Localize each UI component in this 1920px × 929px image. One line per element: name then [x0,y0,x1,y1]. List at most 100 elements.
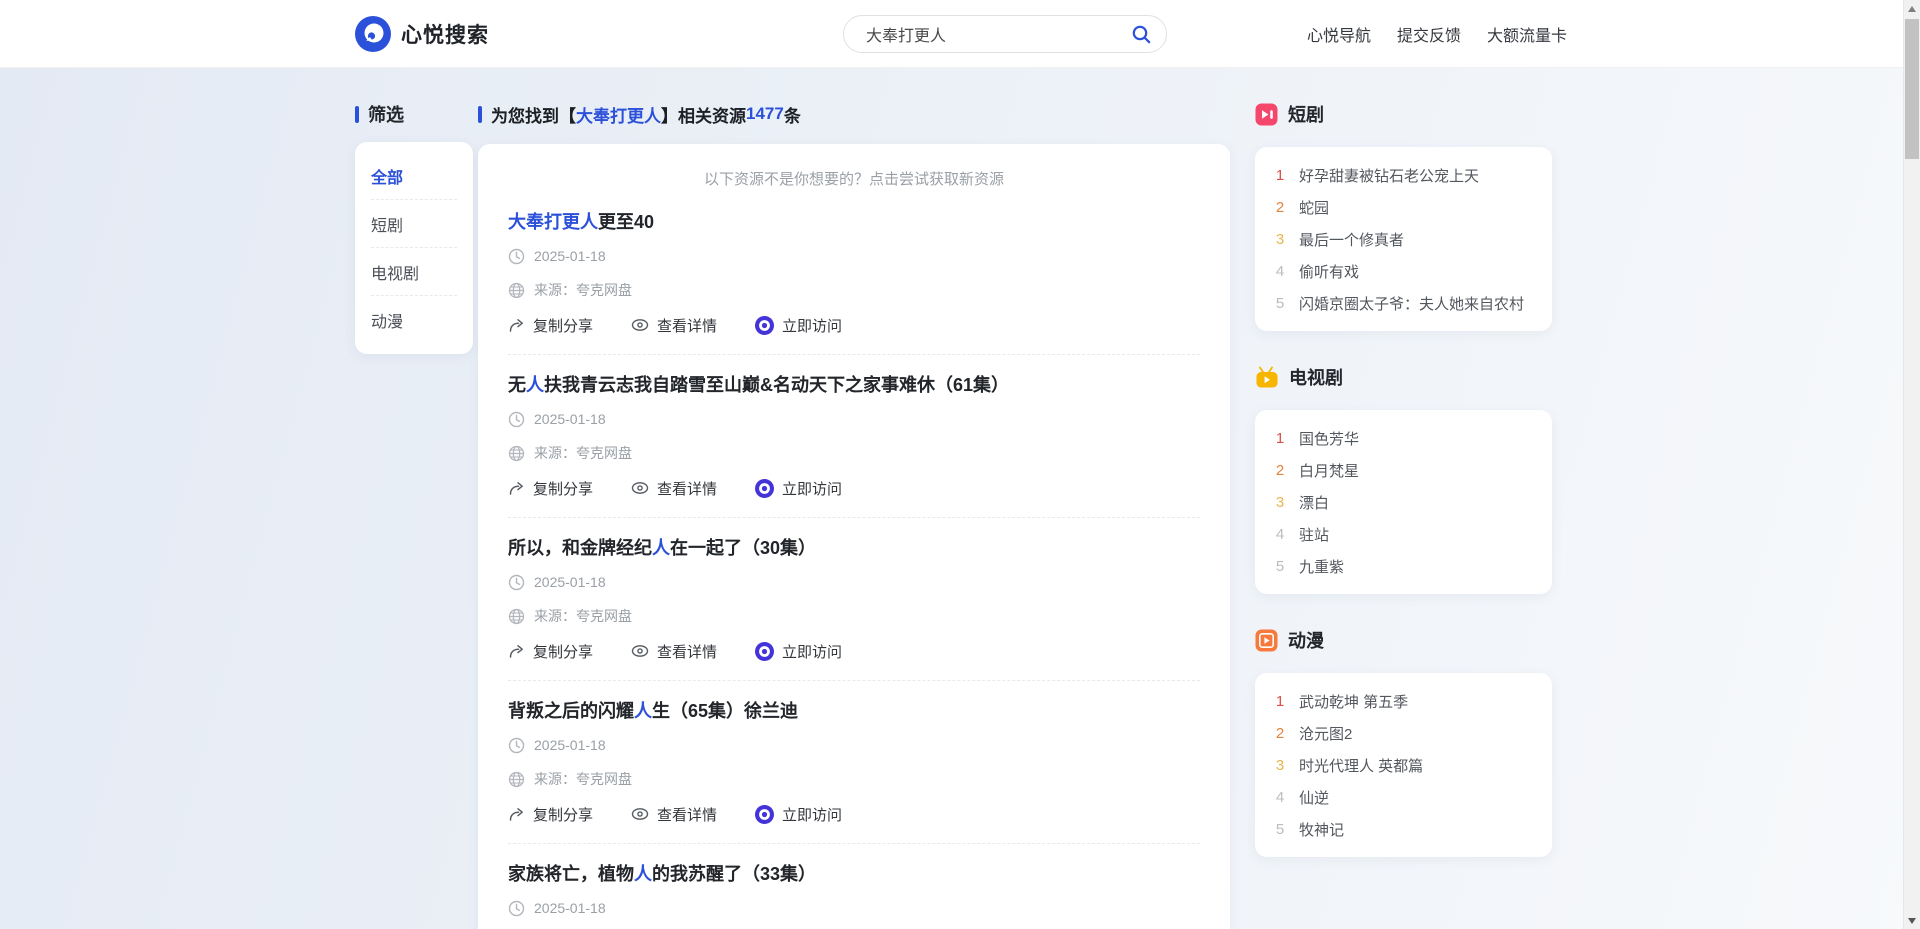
rank-item-title: 国色芳华 [1299,428,1359,449]
rank-row[interactable]: 1 武动乾坤 第五季 [1273,685,1534,717]
filter-item-3[interactable]: 动漫 [371,296,457,344]
heading-count: 1477 [746,104,784,124]
rank-row[interactable]: 4 仙逆 [1273,781,1534,813]
search-input[interactable] [844,25,1131,43]
rank-row[interactable]: 4 偷听有戏 [1273,255,1534,287]
rank-item-title: 闪婚京圈太子爷：夫人她来自农村 [1299,293,1524,314]
scrollbar-thumb[interactable] [1905,19,1919,159]
rank-number: 2 [1273,725,1287,742]
copy-share-button[interactable]: 复制分享 [508,315,593,336]
visit-brand-icon [755,642,774,661]
visit-now-button[interactable]: 立即访问 [755,641,842,662]
search-button[interactable] [1131,24,1166,45]
heading-middle: 】相关资源 [661,102,746,127]
visit-now-button[interactable]: 立即访问 [755,804,842,825]
result-source-row: 来源：夸克网盘 [508,443,1200,463]
rank-card: 1 武动乾坤 第五季 2 沧元图2 3 时光代理人 英都篇 4 仙逆 5 牧神记 [1255,673,1552,857]
rank-row[interactable]: 2 白月梵星 [1273,454,1534,486]
rank-row[interactable]: 5 牧神记 [1273,813,1534,845]
rank-item-title: 沧元图2 [1299,723,1352,744]
rank-row[interactable]: 5 闪婚京圈太子爷：夫人她来自农村 [1273,287,1534,319]
view-detail-button[interactable]: 查看详情 [631,804,717,825]
rank-row[interactable]: 3 最后一个修真者 [1273,223,1534,255]
results-list: 大奉打更人更至40 2025-01-18 来源：夸克网盘 [508,210,1200,929]
visit-brand-icon [755,316,774,335]
rank-number: 4 [1273,263,1287,280]
rank-row[interactable]: 3 漂白 [1273,486,1534,518]
result-date: 2025-01-18 [534,900,606,916]
ranking-column: 短剧 1 好孕甜妻被钻石老公宠上天 2 蛇园 3 最后一个修真者 4 偷听有戏 … [1255,68,1552,861]
view-detail-button[interactable]: 查看详情 [631,641,717,662]
refresh-resources-link[interactable]: 以下资源不是你想要的？点击尝试获取新资源 [508,170,1200,190]
rank-section-title: 短剧 [1288,101,1324,127]
visit-now-button[interactable]: 立即访问 [755,315,842,336]
copy-share-button[interactable]: 复制分享 [508,478,593,499]
nav-link-1[interactable]: 提交反馈 [1397,22,1461,46]
rank-number: 2 [1273,199,1287,216]
visit-brand-icon [755,479,774,498]
result-item: 大奉打更人更至40 2025-01-18 来源：夸克网盘 [508,210,1200,355]
rank-section: 动漫 1 武动乾坤 第五季 2 沧元图2 3 时光代理人 英都篇 4 仙逆 5 … [1255,627,1552,857]
rank-row[interactable]: 1 国色芳华 [1273,422,1534,454]
result-source-row: 来源：夸克网盘 [508,769,1200,789]
copy-share-label: 复制分享 [533,804,593,825]
rank-row[interactable]: 4 驻站 [1273,518,1534,550]
eye-icon [631,318,649,332]
anime-icon [1255,629,1278,652]
filter-item-1[interactable]: 短剧 [371,200,457,248]
result-source: 来源：夸克网盘 [534,769,632,789]
rank-section-title: 动漫 [1288,627,1324,653]
share-arrow-icon [508,317,525,334]
rank-number: 5 [1273,295,1287,312]
rank-item-title: 蛇园 [1299,197,1329,218]
search-icon [1131,24,1152,45]
scrollbar-up-arrow[interactable] [1904,0,1920,17]
rank-row[interactable]: 3 时光代理人 英都篇 [1273,749,1534,781]
result-title[interactable]: 大奉打更人更至40 [508,210,1200,234]
rank-section-header: 短剧 [1255,101,1552,127]
nav-link-2[interactable]: 大额流量卡 [1487,22,1567,46]
filter-item-2[interactable]: 电视剧 [371,248,457,296]
top-nav: 心悦导航 提交反馈 大额流量卡 [1307,0,1567,68]
view-detail-button[interactable]: 查看详情 [631,478,717,499]
result-title[interactable]: 所以，和金牌经纪人在一起了（30集） [508,536,1200,560]
result-source-row: 来源：夸克网盘 [508,606,1200,626]
tv-icon [1255,366,1279,389]
nav-link-0[interactable]: 心悦导航 [1307,22,1371,46]
result-title[interactable]: 家族将亡，植物人的我苏醒了（33集） [508,862,1200,886]
result-title[interactable]: 无人扶我青云志我自踏雪至山巅&名动天下之家事难休（61集） [508,373,1200,397]
rank-row[interactable]: 2 沧元图2 [1273,717,1534,749]
rank-row[interactable]: 5 九重紫 [1273,550,1534,582]
result-item: 无人扶我青云志我自踏雪至山巅&名动天下之家事难休（61集） 2025-01-18 [508,373,1200,518]
short-drama-icon [1255,103,1278,126]
logo[interactable]: 心悦搜索 [355,0,489,68]
filter-item-0[interactable]: 全部 [371,152,457,200]
content: 筛选 全部短剧电视剧动漫 为您找到【大奉打更人】相关资源 1477 条 以下资源… [0,68,1920,929]
copy-share-button[interactable]: 复制分享 [508,641,593,662]
rank-item-title: 牧神记 [1299,819,1344,840]
result-actions: 复制分享 查看详情 立 [508,803,1200,825]
result-date: 2025-01-18 [534,248,606,264]
copy-share-button[interactable]: 复制分享 [508,804,593,825]
visit-now-button[interactable]: 立即访问 [755,478,842,499]
globe-icon [508,445,525,462]
rank-number: 1 [1273,693,1287,710]
rank-number: 4 [1273,526,1287,543]
rank-row[interactable]: 2 蛇园 [1273,191,1534,223]
scrollbar-down-arrow[interactable] [1904,912,1920,929]
visit-now-label: 立即访问 [782,804,842,825]
view-detail-button[interactable]: 查看详情 [631,315,717,336]
result-title[interactable]: 背叛之后的闪耀人生（65集）徐兰迪 [508,699,1200,723]
scrollbar[interactable] [1903,0,1920,929]
rank-row[interactable]: 1 好孕甜妻被钻石老公宠上天 [1273,159,1534,191]
rank-item-title: 最后一个修真者 [1299,229,1404,250]
search-box [843,15,1167,53]
result-date: 2025-01-18 [534,574,606,590]
result-source: 来源：夸克网盘 [534,280,632,300]
result-date-row: 2025-01-18 [508,898,1200,918]
visit-brand-icon [755,805,774,824]
item-separator [508,354,1200,355]
rank-card: 1 国色芳华 2 白月梵星 3 漂白 4 驻站 5 九重紫 [1255,410,1552,594]
heading-suffix: 条 [784,102,801,127]
result-date-row: 2025-01-18 [508,246,1200,266]
